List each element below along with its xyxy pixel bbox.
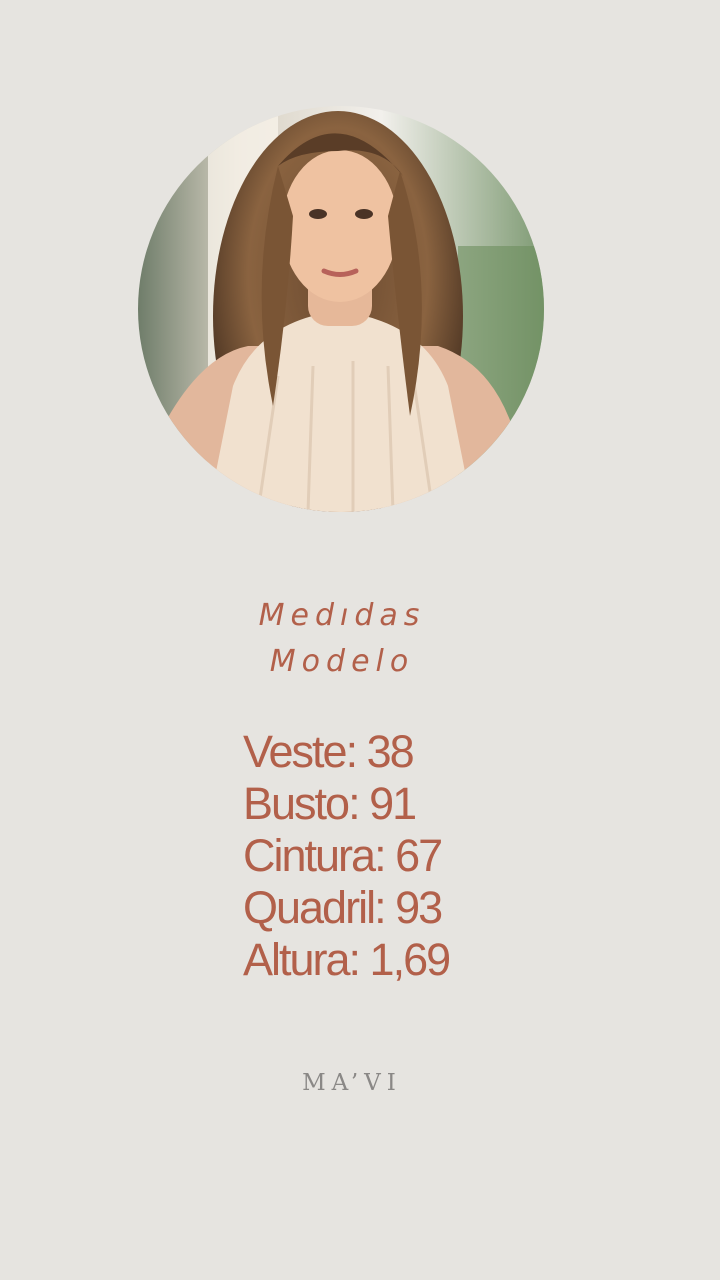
measurement-quadril: Quadril: 93: [243, 882, 443, 933]
measurement-busto: Busto: 91: [243, 778, 417, 829]
model-photo: [138, 106, 544, 512]
title-line-1: Medıdas: [258, 598, 426, 633]
brand-logo: MA’VI: [302, 1070, 402, 1096]
measurement-cintura: Cintura: 67: [243, 830, 443, 881]
title-line-2: Modelo: [269, 644, 415, 679]
measurement-veste: Veste: 38: [243, 726, 415, 777]
measurements-list: Veste: 38 Busto: 91 Cintura: 67 Quadril:…: [243, 726, 451, 986]
measurement-altura: Altura: 1,69: [243, 934, 451, 985]
model-photo-image: [138, 106, 544, 512]
